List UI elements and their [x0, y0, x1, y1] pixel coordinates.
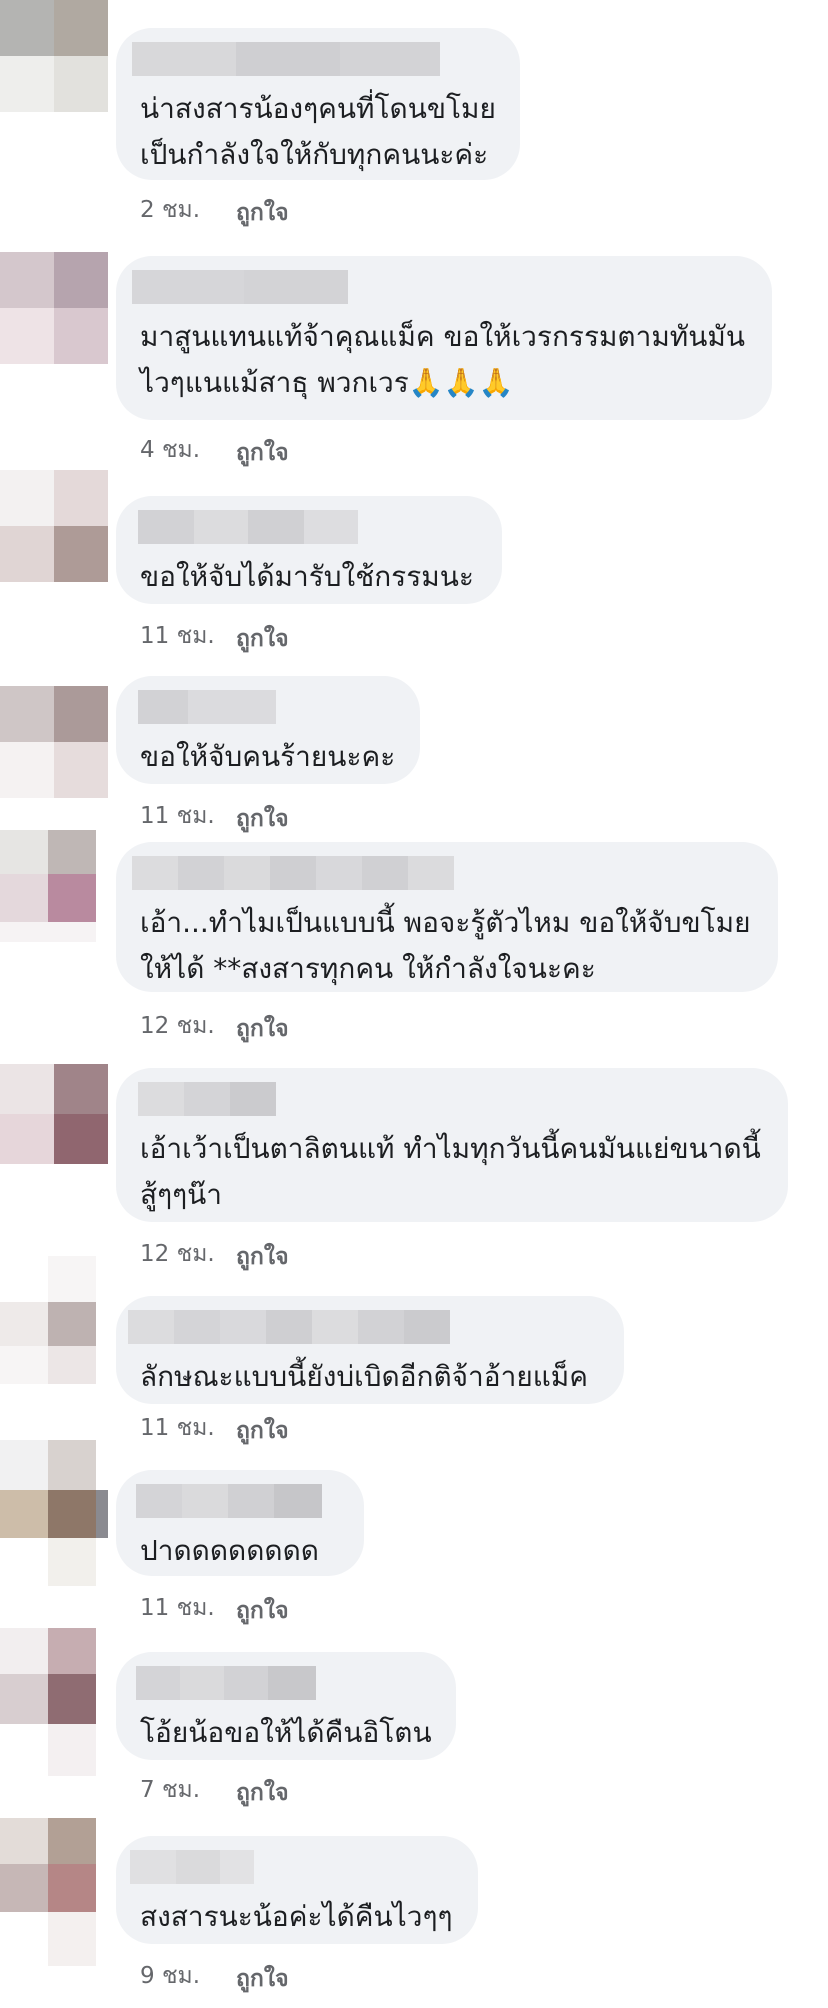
avatar[interactable]: [0, 1628, 96, 1776]
comment-text: มาสูนแทนแท้จ้าคุณแม็ค ขอให้เวรกรรมตามทัน…: [140, 320, 745, 399]
comment-bubble: ลักษณะแบบนี้ยังบ่เบิดอีกติจ้าอ้ายแม็ค: [116, 1296, 624, 1404]
comment-text: สงสารนะน้อค่ะได้คืนไวๆๆ: [140, 1900, 453, 1933]
commenter-name-blurred[interactable]: [132, 270, 348, 304]
comment-time[interactable]: 12 ชม.: [140, 1236, 215, 1272]
comment-text: ขอให้จับคนร้ายนะคะ: [140, 740, 396, 773]
avatar[interactable]: [0, 252, 108, 364]
like-button[interactable]: ถูกใจ: [236, 1413, 289, 1449]
comment-bubble: น่าสงสารน้องๆคนที่โดนขโมย เป็นกำลังใจให้…: [116, 28, 520, 180]
commenter-name-blurred[interactable]: [138, 1082, 276, 1116]
like-button[interactable]: ถูกใจ: [236, 195, 289, 231]
avatar[interactable]: [0, 470, 108, 582]
comment-meta: 11 ชม. ถูกใจ: [140, 1590, 289, 1626]
comment-time[interactable]: 9 ชม.: [140, 1958, 200, 1994]
like-button[interactable]: ถูกใจ: [236, 801, 289, 837]
comment-text: โอ้ยน้อขอให้ได้คืนอิโตน: [140, 1716, 432, 1749]
avatar[interactable]: [0, 1818, 96, 1966]
commenter-name-blurred[interactable]: [138, 510, 358, 544]
avatar[interactable]: [0, 1440, 108, 1586]
comment-text: ลักษณะแบบนี้ยังบ่เบิดอีกติจ้าอ้ายแม็ค: [140, 1360, 588, 1393]
commenter-name-blurred[interactable]: [132, 856, 454, 890]
commenter-name-blurred[interactable]: [138, 690, 276, 724]
comment-meta: 12 ชม. ถูกใจ: [140, 1008, 289, 1044]
comment-meta: 9 ชม. ถูกใจ: [140, 1958, 289, 1994]
commenter-name-blurred[interactable]: [130, 1850, 254, 1884]
comment-text: น่าสงสารน้องๆคนที่โดนขโมย เป็นกำลังใจให้…: [140, 92, 496, 171]
comment-bubble: สงสารนะน้อค่ะได้คืนไวๆๆ: [116, 1836, 478, 1944]
comment-time[interactable]: 12 ชม.: [140, 1008, 215, 1044]
avatar[interactable]: [0, 0, 108, 112]
comment-time[interactable]: 11 ชม.: [140, 618, 215, 654]
commenter-name-blurred[interactable]: [136, 1484, 322, 1518]
comment-time[interactable]: 11 ชม.: [140, 1590, 215, 1626]
like-button[interactable]: ถูกใจ: [236, 435, 289, 471]
commenter-name-blurred[interactable]: [132, 42, 440, 76]
like-button[interactable]: ถูกใจ: [236, 1593, 289, 1629]
comment-bubble: ขอให้จับได้มารับใช้กรรมนะ: [116, 496, 502, 604]
comment-time[interactable]: 4 ชม.: [140, 432, 200, 468]
commenter-name-blurred[interactable]: [128, 1310, 450, 1344]
like-button[interactable]: ถูกใจ: [236, 1775, 289, 1811]
avatar[interactable]: [0, 1256, 96, 1384]
comment-time[interactable]: 11 ชม.: [140, 1410, 215, 1446]
comment-bubble: เอ้าเว้าเป็นตาลิตนแท้ ทำไมทุกวันนี้คนมัน…: [116, 1068, 788, 1222]
avatar[interactable]: [0, 830, 96, 942]
comment-time[interactable]: 7 ชม.: [140, 1772, 200, 1808]
comment-meta: 11 ชม. ถูกใจ: [140, 798, 289, 834]
comment-meta: 4 ชม. ถูกใจ: [140, 432, 289, 468]
commenter-name-blurred[interactable]: [136, 1666, 316, 1700]
comment-bubble: โอ้ยน้อขอให้ได้คืนอิโตน: [116, 1652, 456, 1760]
like-button[interactable]: ถูกใจ: [236, 1961, 289, 1997]
like-button[interactable]: ถูกใจ: [236, 1011, 289, 1047]
comment-meta: 12 ชม. ถูกใจ: [140, 1236, 289, 1272]
comment-text: เอ้า...ทำไมเป็นแบบนี้ พอจะรู้ตัวไหม ขอให…: [140, 906, 751, 985]
comment-bubble: เอ้า...ทำไมเป็นแบบนี้ พอจะรู้ตัวไหม ขอให…: [116, 842, 778, 992]
comment-time[interactable]: 11 ชม.: [140, 798, 215, 834]
comment-meta: 11 ชม. ถูกใจ: [140, 1410, 289, 1446]
comment-text: เอ้าเว้าเป็นตาลิตนแท้ ทำไมทุกวันนี้คนมัน…: [140, 1132, 761, 1211]
comment-meta: 11 ชม. ถูกใจ: [140, 618, 289, 654]
comment-text: ปาดดดดดดดด: [140, 1534, 319, 1567]
comment-time[interactable]: 2 ชม.: [140, 192, 200, 228]
comment-bubble: ปาดดดดดดดด: [116, 1470, 364, 1576]
comment-meta: 7 ชม. ถูกใจ: [140, 1772, 289, 1808]
comment-bubble: มาสูนแทนแท้จ้าคุณแม็ค ขอให้เวรกรรมตามทัน…: [116, 256, 772, 420]
comment-text: ขอให้จับได้มารับใช้กรรมนะ: [140, 560, 474, 593]
comment-meta: 2 ชม. ถูกใจ: [140, 192, 289, 228]
avatar[interactable]: [0, 686, 108, 798]
avatar[interactable]: [0, 1064, 108, 1176]
like-button[interactable]: ถูกใจ: [236, 621, 289, 657]
comment-bubble: ขอให้จับคนร้ายนะคะ: [116, 676, 420, 784]
like-button[interactable]: ถูกใจ: [236, 1239, 289, 1275]
